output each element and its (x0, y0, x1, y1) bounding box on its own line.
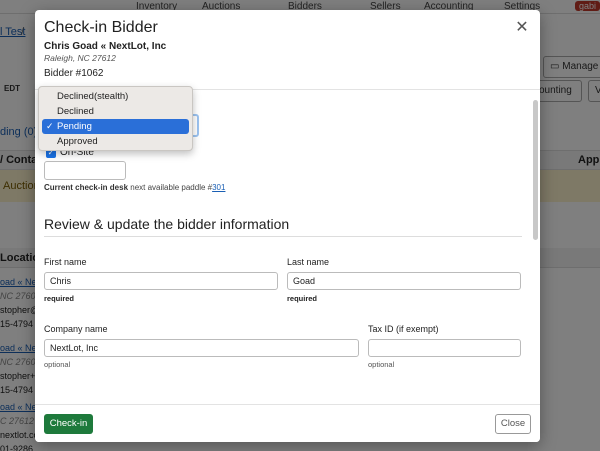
taxid-label: Tax ID (if exempt) (368, 324, 439, 334)
option-label: Pending (57, 121, 92, 132)
modal-header: Check-in Bidder ✕ Chris Goad « NextLot, … (35, 10, 540, 90)
close-button[interactable]: Close (495, 414, 531, 434)
checkin-button[interactable]: Check-in (44, 414, 93, 434)
last-name-note: required (287, 294, 318, 303)
taxid-note: optional (368, 360, 395, 369)
modal-footer: Check-in Close (35, 404, 540, 442)
checkmark-icon: ✓ (46, 121, 54, 131)
company-note: optional (44, 360, 71, 369)
checkin-bidder-modal: Check-in Bidder ✕ Chris Goad « NextLot, … (35, 10, 540, 442)
first-name-label: First name (44, 257, 87, 267)
section-divider (44, 236, 522, 237)
desk-note-text: next available paddle # (128, 183, 213, 192)
bidder-number: Bidder #1062 (44, 68, 104, 79)
modal-title: Check-in Bidder (44, 19, 158, 36)
close-icon[interactable]: ✕ (514, 20, 530, 36)
option-declined[interactable]: Declined (42, 104, 189, 119)
modal-scrollbar[interactable] (533, 100, 538, 240)
taxid-field[interactable] (368, 339, 521, 357)
option-label: Declined(stealth) (57, 91, 129, 102)
bidder-name: Chris Goad « NextLot, Inc (44, 41, 167, 52)
option-pending[interactable]: ✓ Pending (42, 119, 189, 134)
option-label: Approved (57, 136, 98, 147)
next-paddle-link[interactable]: 301 (212, 183, 225, 192)
last-name-label: Last name (287, 257, 330, 267)
company-label: Company name (44, 324, 108, 334)
paddle-input[interactable] (44, 161, 126, 180)
option-declined-stealth[interactable]: Declined(stealth) (42, 89, 189, 104)
option-approved[interactable]: Approved (42, 134, 189, 149)
checkin-desk-note: Current check-in desk next available pad… (44, 183, 225, 192)
bidder-location: Raleigh, NC 27612 (44, 53, 116, 63)
status-dropdown-menu: Declined(stealth) Declined ✓ Pending Appr… (38, 86, 193, 151)
first-name-note: required (44, 294, 75, 303)
option-label: Declined (57, 106, 94, 117)
last-name-field[interactable]: Goad (287, 272, 521, 290)
first-name-field[interactable]: Chris (44, 272, 278, 290)
section-title: Review & update the bidder information (44, 216, 290, 232)
company-field[interactable]: NextLot, Inc (44, 339, 359, 357)
desk-note-label: Current check-in desk (44, 183, 129, 192)
